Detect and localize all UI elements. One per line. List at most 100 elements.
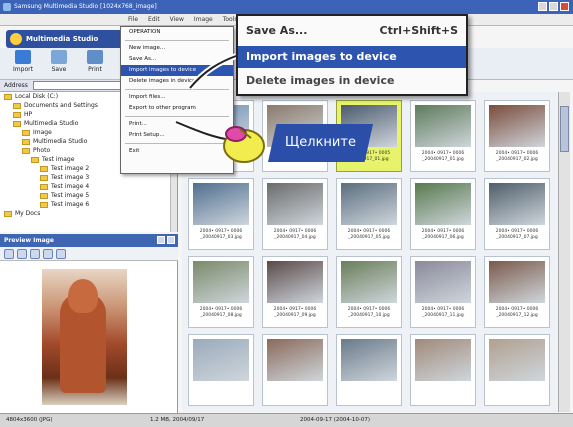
maximize-button[interactable] [549, 2, 558, 11]
menu-item-image[interactable]: Image [194, 16, 213, 23]
zoom-shortcut: Ctrl+Shift+S [379, 24, 458, 37]
grid-scrollbar[interactable] [558, 92, 570, 412]
thumbnail-image [193, 183, 249, 225]
folder-icon [22, 129, 30, 136]
thumbnail-image [415, 339, 471, 381]
dropdown-item[interactable]: Print Setup... [121, 130, 233, 141]
menu-separator [125, 40, 229, 41]
thumbnail-item[interactable] [484, 334, 550, 406]
toolbar-button-label: Save [51, 66, 67, 73]
dropdown-item[interactable]: Exit [121, 146, 233, 157]
tree-item[interactable]: Test image 6 [0, 200, 177, 209]
save-button[interactable]: Save [42, 50, 76, 78]
toolbar-button-label: Import [13, 66, 33, 73]
thumbnail-image [267, 261, 323, 303]
status-left: 4804x3600 (JPG) [6, 417, 53, 423]
dropdown-item[interactable]: Import images to device [121, 65, 233, 76]
address-label: Address [4, 82, 28, 89]
status-bar: 4804x3600 (JPG) 1.2 MB, 2004/09/17 2004-… [0, 413, 573, 427]
toolbar-button-label: Print [88, 66, 102, 73]
tree-item-label: Local Disk (C:) [15, 93, 59, 100]
thumbnail-item[interactable]: 2004• 0917• 0006 _20040917_06.jpg [410, 178, 476, 250]
actual-size-icon[interactable] [43, 249, 53, 259]
thumbnail-item[interactable]: 2004• 0917• 0006 _20040917_02.jpg [484, 100, 550, 172]
thumbnail-item[interactable] [188, 334, 254, 406]
file-menu-dropdown: OPERATION New image... Save As... Import im… [120, 26, 234, 174]
thumbnail-caption: 2004• 0917• 0006 _20040917_10.jpg [347, 307, 391, 318]
thumbnail-image [415, 183, 471, 225]
preview-image [42, 269, 127, 405]
thumbnail-item[interactable]: 2004• 0917• 0006 _20040917_04.jpg [262, 178, 328, 250]
window-controls [538, 2, 569, 12]
scroll-thumb[interactable] [560, 106, 569, 152]
thumbnail-item[interactable] [336, 334, 402, 406]
thumbnail-item[interactable]: 2004• 0917• 0006 _20040917_08.jpg [188, 256, 254, 328]
thumbnail-image [267, 339, 323, 381]
tree-item[interactable]: Test image 3 [0, 173, 177, 182]
preview-toolbar [0, 247, 178, 261]
minimize-button[interactable] [538, 2, 547, 11]
folder-icon [13, 111, 21, 118]
thumbnail-caption: 2004• 0917• 0006 _20040917_01.jpg [421, 151, 465, 162]
thumbnail-item[interactable]: 2004• 0917• 0006 _20040917_05.jpg [336, 178, 402, 250]
tree-item-label: Test image 5 [51, 192, 90, 199]
preview-pin-button[interactable] [157, 236, 165, 244]
menu-separator [125, 89, 229, 90]
fit-icon[interactable] [4, 249, 14, 259]
dropdown-item[interactable]: OPERATION [121, 27, 233, 38]
folder-icon [22, 147, 30, 154]
zoom-in-icon[interactable] [17, 249, 27, 259]
click-callout: Щелкните [268, 124, 373, 162]
menu-separator [125, 143, 229, 144]
thumbnail-item[interactable]: 2004• 0917• 0006 _20040917_10.jpg [336, 256, 402, 328]
logo-icon [10, 33, 22, 45]
thumbnail-item[interactable] [262, 334, 328, 406]
tree-item[interactable]: Test image 5 [0, 191, 177, 200]
rotate-icon[interactable] [56, 249, 66, 259]
thumbnail-item[interactable]: 2004• 0917• 0006 _20040917_12.jpg [484, 256, 550, 328]
thumbnail-item[interactable]: 2004• 0917• 0006 _20040917_11.jpg [410, 256, 476, 328]
tree-item[interactable]: Test image 4 [0, 182, 177, 191]
zoom-import-images-item[interactable]: Import images to device [238, 46, 466, 68]
folder-icon [40, 174, 48, 181]
menu-separator [125, 116, 229, 117]
preview-header: Preview Image [0, 234, 178, 247]
folder-icon [4, 210, 12, 217]
thumbnail-item[interactable]: 2004• 0917• 0006 _20040917_03.jpg [188, 178, 254, 250]
menu-item-view[interactable]: View [170, 16, 184, 23]
import-icon [15, 50, 31, 64]
thumbnail-image [415, 105, 471, 147]
print-icon [87, 50, 103, 64]
thumbnail-image [489, 339, 545, 381]
folder-icon [40, 201, 48, 208]
status-right: 2004-09-17 (2004-10-07) [300, 417, 370, 423]
menu-item-file[interactable]: File [128, 16, 138, 23]
folder-icon [13, 120, 21, 127]
tree-item-label: Test image 2 [51, 165, 90, 172]
tree-item-label: Documents and Settings [24, 102, 98, 109]
preview-pane [0, 261, 178, 413]
tree-item-label: My Docs [15, 210, 41, 217]
close-button[interactable] [560, 2, 569, 11]
menu-item-edit[interactable]: Edit [148, 16, 160, 23]
thumbnail-item[interactable] [410, 334, 476, 406]
dropdown-item[interactable]: New image... [121, 43, 233, 54]
dropdown-item[interactable]: Save As... [121, 54, 233, 65]
zoom-out-icon[interactable] [30, 249, 40, 259]
mouse-icon [223, 126, 265, 163]
folder-icon [22, 138, 30, 145]
preview-close-button[interactable] [167, 236, 175, 244]
folder-icon [13, 102, 21, 109]
zoom-delete-images-item[interactable]: Delete images in device [238, 70, 466, 92]
dropdown-item[interactable]: Delete images in device [121, 76, 233, 87]
dropdown-item[interactable]: Import files... [121, 92, 233, 103]
thumbnail-item[interactable]: 2004• 0917• 0006 _20040917_09.jpg [262, 256, 328, 328]
zoom-save-as-item[interactable]: Save As... Ctrl+Shift+S [238, 20, 466, 42]
dropdown-item[interactable]: Export to other program [121, 103, 233, 114]
dropdown-item[interactable]: Print... [121, 119, 233, 130]
thumbnail-item[interactable]: 2004• 0917• 0006 _20040917_01.jpg [410, 100, 476, 172]
thumbnail-item[interactable]: 2004• 0917• 0006 _20040917_07.jpg [484, 178, 550, 250]
tree-item[interactable]: My Docs [0, 209, 177, 218]
import-button[interactable]: Import [6, 50, 40, 78]
print-button[interactable]: Print [78, 50, 112, 78]
